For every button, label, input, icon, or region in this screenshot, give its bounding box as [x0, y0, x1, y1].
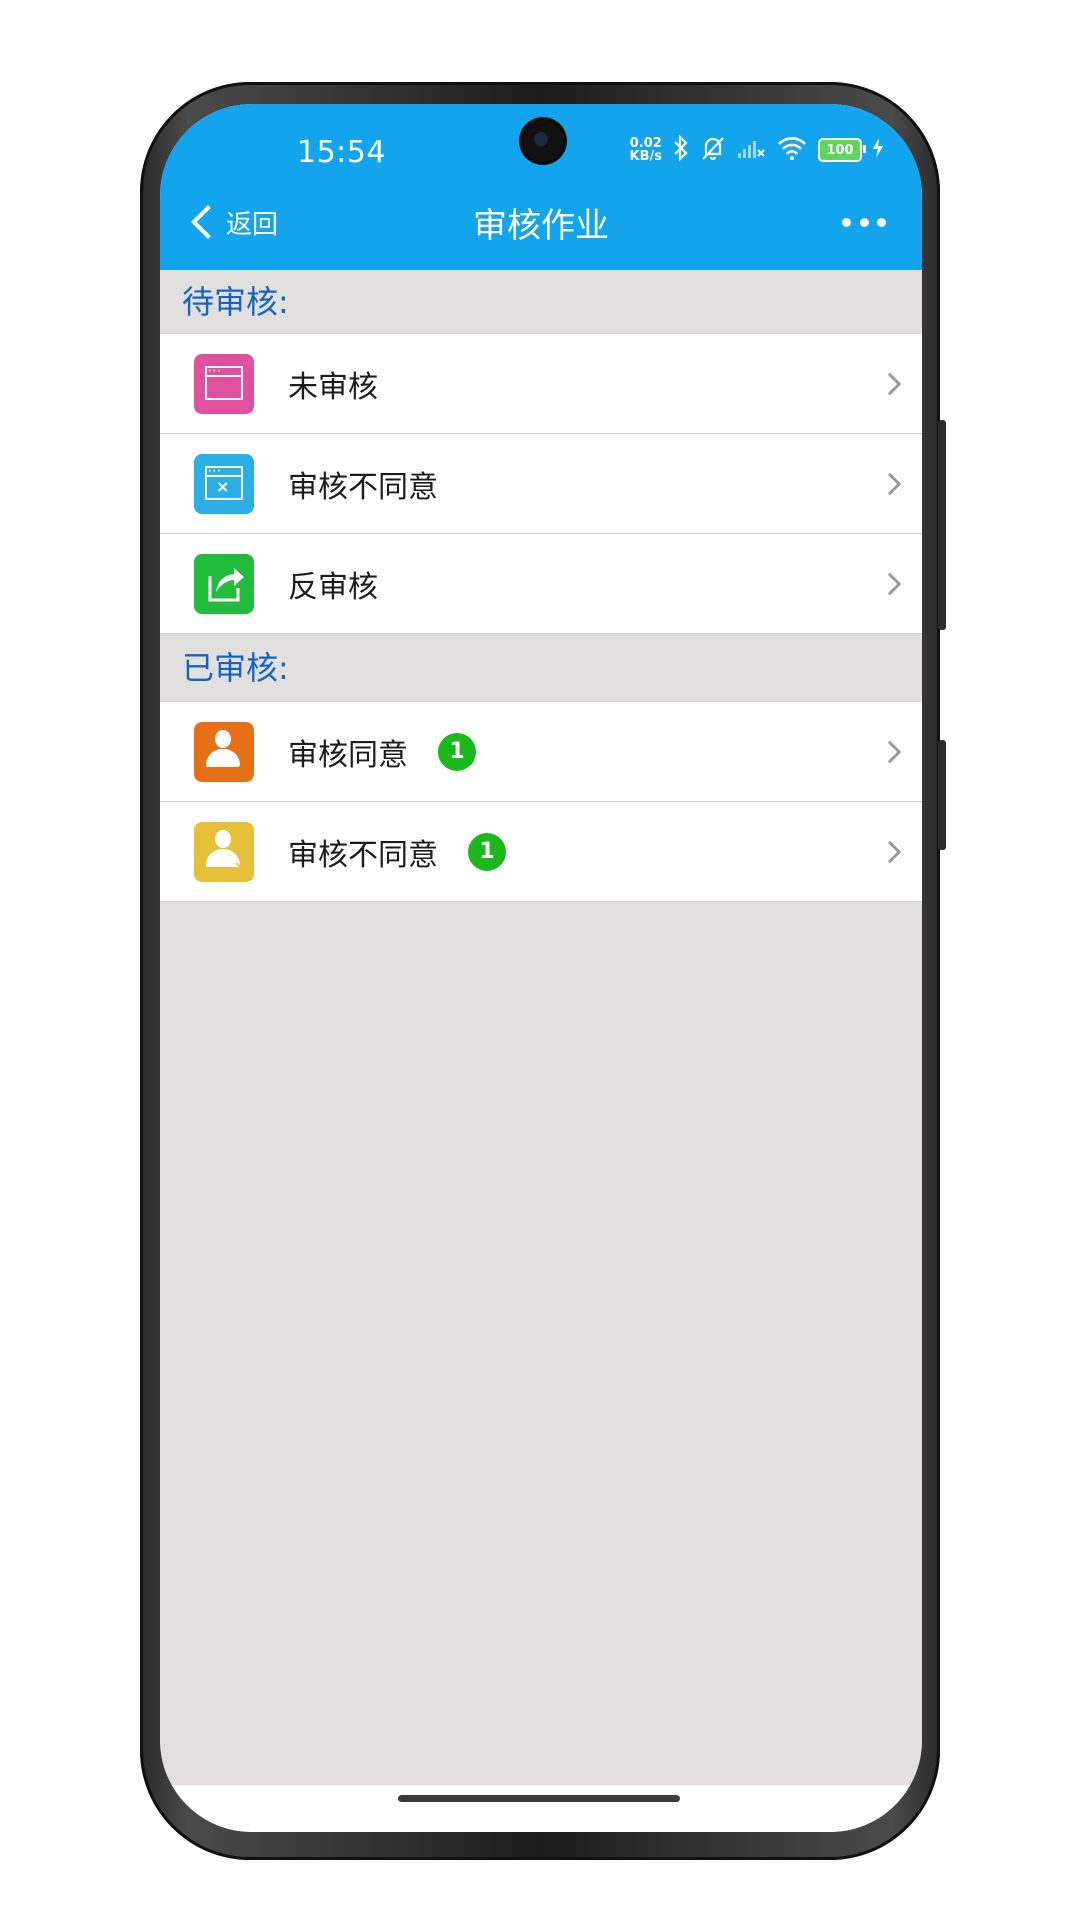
list-item-rejected-pending[interactable]: ••• × 审核不同意: [160, 434, 922, 534]
content: 待审核: ••• 未审核 ••• × 审核不同意 反审核 已审核: ✓ 审核同意…: [160, 270, 922, 1785]
chevron-right-icon: [878, 372, 902, 396]
net-speed: 0.02 KB/s: [630, 137, 662, 163]
list-item-label: 反审核: [288, 569, 378, 605]
status-time: 15:54: [297, 135, 386, 170]
volume-button: [938, 420, 946, 630]
user-cross-icon: ×: [194, 821, 254, 882]
section-header-pending: 待审核:: [182, 283, 289, 321]
list-item-label: 未审核: [288, 369, 378, 405]
list-item-label: 审核不同意: [288, 469, 438, 505]
battery-icon: 100: [818, 138, 866, 162]
home-indicator[interactable]: [398, 1795, 680, 1802]
charging-icon: [872, 137, 884, 163]
chevron-right-icon: [878, 740, 902, 764]
screen: 15:54 0.02 KB/s 100 返回 审核作业 待审核: ••• 未审核…: [160, 104, 922, 1832]
count-badge: 1: [468, 832, 506, 871]
status-icons: 0.02 KB/s 100: [630, 132, 884, 168]
home-area: [160, 1785, 922, 1832]
wifi-icon: [776, 135, 808, 165]
list-item-label: 审核不同意: [288, 837, 438, 873]
list-item-label: 审核同意: [288, 737, 408, 773]
power-button: [938, 740, 946, 850]
user-check-icon: ✓: [194, 721, 254, 782]
chevron-right-icon: [878, 572, 902, 596]
bell-off-icon: [700, 135, 726, 165]
bluetooth-icon: [672, 134, 690, 165]
section-header-reviewed: 已审核:: [182, 649, 289, 687]
window-close-icon: ••• ×: [194, 453, 254, 514]
signal-icon: [736, 136, 766, 164]
window-icon: •••: [194, 353, 254, 414]
list-item-reverse-review[interactable]: 反审核: [160, 534, 922, 634]
battery-level: 100: [826, 142, 854, 158]
list-item-approved[interactable]: ✓ 审核同意 1: [160, 702, 922, 802]
page-title: 审核作业: [473, 206, 609, 246]
front-camera: [522, 120, 564, 162]
list-item-rejected[interactable]: × 审核不同意 1: [160, 802, 922, 902]
top-bar: 15:54 0.02 KB/s 100 返回 审核作业: [160, 104, 922, 270]
net-speed-unit: KB/s: [629, 149, 662, 164]
count-badge: 1: [438, 732, 476, 771]
chevron-right-icon: [878, 472, 902, 496]
more-icon[interactable]: [842, 210, 886, 234]
list-item-unreviewed[interactable]: ••• 未审核: [160, 334, 922, 434]
chevron-right-icon: [878, 840, 902, 864]
share-icon: [194, 553, 254, 614]
